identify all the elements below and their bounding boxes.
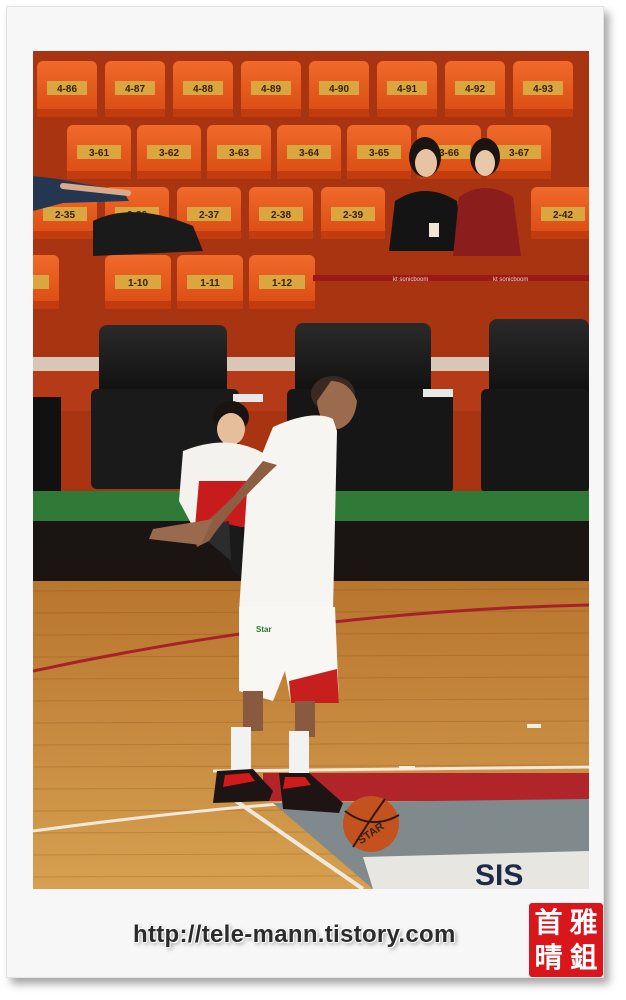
seat-lip <box>173 109 233 117</box>
seat-lip <box>67 171 131 179</box>
seat-lip <box>513 109 573 117</box>
seat-label: 4-89 <box>261 84 281 95</box>
seat-lip <box>207 171 271 179</box>
seat-label: 4-90 <box>329 84 349 95</box>
seat-label: 4-91 <box>397 84 417 95</box>
seat-lip <box>321 231 385 239</box>
seat-lip <box>33 301 59 309</box>
seat-label: 3-66 <box>439 148 459 159</box>
seal-char-3: 晴 <box>534 941 563 974</box>
seat-label: 3-65 <box>369 148 389 159</box>
seat-label: 1-11 <box>200 278 220 289</box>
seat-lip <box>277 171 341 179</box>
seat-label: 2-39 <box>343 210 363 221</box>
seat-lip <box>445 109 505 117</box>
seat-label: 3-67 <box>509 148 529 159</box>
seat-label: 2-38 <box>271 210 291 221</box>
red-seal-stamp: 首 雅 晴 鉏 <box>529 903 603 977</box>
seat-lip <box>309 109 369 117</box>
seat-label: 3-62 <box>159 148 179 159</box>
seat-label: 3-63 <box>229 148 249 159</box>
railing-banner <box>313 275 589 281</box>
seat-label: 3-61 <box>89 148 109 159</box>
seat-label: 1-10 <box>128 278 148 289</box>
seat-label: 2-35 <box>55 210 75 221</box>
seal-char-1: 首 <box>534 906 563 939</box>
banner-text: kt sonicboom <box>393 277 428 283</box>
seal-char-2: 雅 <box>569 906 598 939</box>
seat-label: 1-12 <box>272 278 292 289</box>
seat-lip <box>177 301 243 309</box>
seat-lip <box>249 231 313 239</box>
seat-label: 4-86 <box>57 84 77 95</box>
court-lettering: SIS <box>475 859 523 889</box>
seat-lip <box>249 301 315 309</box>
seat-label: 4-87 <box>125 84 145 95</box>
basketball: STAR <box>343 796 400 852</box>
seal-char-4: 鉏 <box>569 941 598 974</box>
seat-label: 2-42 <box>553 210 573 221</box>
seat-label: 2-37 <box>199 210 219 221</box>
photo-frame: 4-86 4-87 4-88 4-89 4-90 4-91 4-92 4-93 3-61 3-62… <box>6 6 604 978</box>
seat-lip <box>531 231 589 239</box>
seat-plate <box>33 275 49 289</box>
seat-label: 4-88 <box>193 84 213 95</box>
seat-label: 4-92 <box>465 84 485 95</box>
watermark-url: http://tele-mann.tistory.com <box>133 921 456 948</box>
seat-lip <box>105 109 165 117</box>
seat-lip <box>377 109 437 117</box>
seat-lip <box>487 171 551 179</box>
seat-lip <box>241 109 301 117</box>
seat-label: 3-64 <box>299 148 319 159</box>
photograph: 4-86 4-87 4-88 4-89 4-90 4-91 4-92 4-93 3-61 3-62… <box>33 51 589 889</box>
banner-text-2: kt sonicboom <box>493 277 528 283</box>
seat-label: 4-93 <box>533 84 553 95</box>
seat-lip <box>37 109 97 117</box>
seat-lip <box>33 231 97 239</box>
shorts-logo: Star <box>256 625 272 634</box>
seat-lip <box>137 171 201 179</box>
seat-lip <box>105 301 171 309</box>
seat-lip <box>347 171 411 179</box>
